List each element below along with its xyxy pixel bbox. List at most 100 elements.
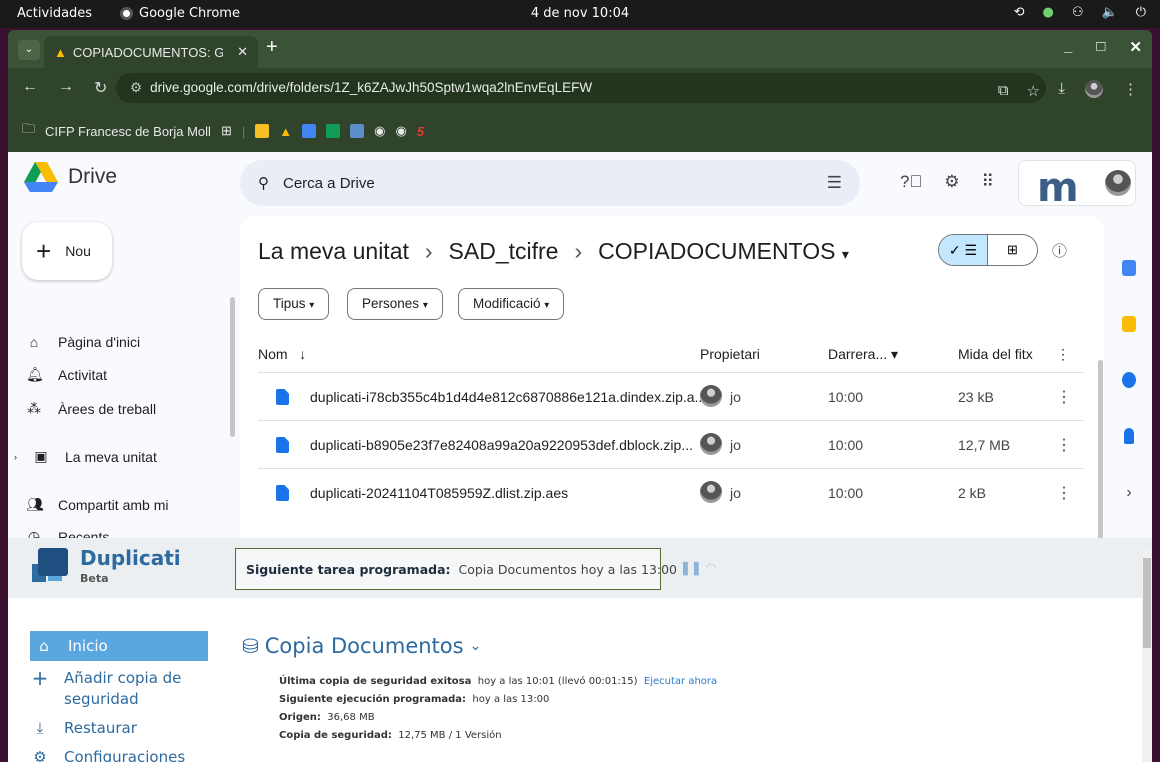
minimize-icon[interactable]: _	[1064, 38, 1072, 56]
main-scrollbar[interactable]	[1098, 360, 1103, 538]
new-tab-button[interactable]: +	[266, 36, 278, 59]
settings-gear-icon[interactable]: ⚙	[944, 172, 959, 192]
col-owner[interactable]: Propietari	[700, 346, 760, 362]
site-info-icon[interactable]: ⚙	[130, 80, 142, 95]
col-name[interactable]: Nom ↓	[258, 346, 306, 362]
info-icon[interactable]: ⓘ	[1052, 240, 1067, 261]
col-name-label: Nom	[258, 346, 288, 362]
network-icon[interactable]: ⚇	[1072, 5, 1084, 20]
nav-settings[interactable]: ⚙ Configuraciones	[30, 748, 208, 762]
col-size[interactable]: Mida del fitx	[958, 346, 1033, 362]
file-size: 23 kB	[958, 389, 994, 405]
sort-arrow-icon[interactable]: ↓	[299, 346, 306, 362]
apps-grid-icon[interactable]: ⊞	[221, 123, 232, 139]
address-bar[interactable]: ⚙ drive.google.com/drive/folders/1Z_k6ZAJ…	[116, 73, 1046, 103]
nav-home[interactable]: ⌂ Inicio	[30, 631, 208, 661]
back-icon[interactable]: ←	[22, 78, 38, 98]
menu-icon[interactable]: ⋮	[1123, 80, 1138, 98]
drive-logo[interactable]: Drive	[24, 162, 117, 192]
duplicati-title: Duplicati	[80, 546, 181, 570]
nav-add-backup[interactable]: + Añadir copia de seguridad	[30, 668, 208, 710]
contacts-icon[interactable]	[1124, 428, 1134, 444]
filter-type[interactable]: Tipus ▾	[258, 288, 330, 320]
help-icon[interactable]: ?⃝	[900, 172, 922, 192]
new-button[interactable]: + Nou	[22, 222, 112, 280]
account-avatar[interactable]	[1105, 170, 1131, 196]
keep-icon[interactable]	[1122, 316, 1136, 332]
drive-app: Drive ⚲ Cerca a Drive ☰ ?⃝ ⚙ ⠿ m + Nou ⌂ P…	[8, 152, 1152, 538]
filter-modified[interactable]: Modificació ▾	[458, 288, 565, 320]
tab-search-button[interactable]: ⌄	[18, 40, 40, 60]
bookmark-five[interactable]: 5	[417, 124, 424, 139]
sidebar-item-shared[interactable]: 👥︎ Compartit amb mi	[26, 496, 168, 513]
plus-icon: +	[36, 235, 52, 266]
github-icon[interactable]: ◉	[374, 123, 385, 139]
backup-title[interactable]: ⛁ Copia Documentos ⌄	[242, 634, 481, 658]
profile-avatar[interactable]	[1085, 80, 1103, 98]
drive-icon[interactable]: ▲	[279, 124, 292, 139]
power-icon[interactable]: ⏻	[1136, 5, 1146, 20]
info-value: hoy a las 10:01 (llevó 00:01:15)	[477, 676, 638, 687]
maximize-icon[interactable]: □	[1096, 38, 1105, 56]
sheets-icon[interactable]	[326, 124, 341, 138]
nav-restore[interactable]: ⤓ Restaurar	[30, 719, 208, 737]
docs-icon[interactable]	[302, 124, 317, 138]
more-actions-icon[interactable]: ⋮	[1056, 483, 1072, 503]
crumb-folder[interactable]: SAD_tcifre	[449, 238, 559, 265]
column-options-icon[interactable]: ⋮	[1056, 346, 1070, 363]
bookmark-star-icon[interactable]: ☆	[1027, 82, 1040, 100]
download-icon[interactable]: ⤓	[1058, 80, 1065, 98]
sidebar-item-recent[interactable]: ◷ Recents	[26, 528, 109, 538]
volume-icon[interactable]: 🔈	[1102, 5, 1118, 20]
search-options-icon[interactable]: ☰	[827, 173, 842, 193]
nav-label: Añadir copia de seguridad	[64, 668, 181, 710]
info-label: Siguiente ejecución programada:	[279, 694, 467, 705]
install-icon[interactable]: ⧉	[998, 82, 1009, 100]
search-box[interactable]: ⚲ Cerca a Drive ☰	[240, 160, 860, 206]
grid-view-button[interactable]: ⊞	[988, 235, 1037, 265]
shield-icon[interactable]: ●	[1043, 5, 1054, 20]
sidebar-item-my-drive[interactable]: › ▣ La meva unitat	[14, 448, 157, 465]
close-window-icon[interactable]: ✕	[1129, 38, 1142, 56]
pause-icon[interactable]: ❚❚ ◠	[680, 560, 717, 576]
bookmark-folder[interactable]: CIFP Francesc de Borja Moll	[45, 124, 211, 139]
col-modified[interactable]: Darrera... ▾	[828, 346, 898, 363]
activities-button[interactable]: Actividades	[17, 6, 92, 21]
github-icon[interactable]: ◉	[395, 123, 406, 139]
more-actions-icon[interactable]: ⋮	[1056, 435, 1072, 455]
more-actions-icon[interactable]: ⋮	[1056, 387, 1072, 407]
file-row[interactable]: duplicati-b8905e23f7e82408a99a20a9220953…	[258, 420, 1084, 468]
col-modified-label: Darrera...	[828, 346, 888, 362]
sidebar-item-home[interactable]: ⌂ Pàgina d'inici	[26, 334, 140, 350]
system-tray[interactable]: ⟲ ● ⚇ 🔈 ⏻	[1014, 5, 1146, 20]
expand-panel-icon[interactable]: ›	[1126, 484, 1131, 502]
file-row[interactable]: duplicati-20241104T085959Z.dlist.zip.aes…	[258, 468, 1084, 516]
file-row[interactable]: duplicati-i78cb355c4b1d4d4e812c6870886e1…	[258, 372, 1084, 420]
duplicati-scrollbar[interactable]	[1142, 548, 1152, 762]
run-now-link[interactable]: Ejecutar ahora	[644, 676, 717, 687]
account-area[interactable]: m	[1018, 160, 1136, 211]
reload-icon[interactable]: ↻	[94, 78, 107, 98]
screenshot-icon[interactable]: ⟲	[1014, 5, 1025, 20]
close-tab-icon[interactable]: ✕	[237, 44, 248, 60]
forward-icon[interactable]: →	[58, 78, 74, 98]
apps-icon[interactable]: ⠿	[981, 172, 993, 192]
crumb-current-folder[interactable]: COPIADOCUMENTOS ▾	[598, 238, 849, 265]
browser-tab[interactable]: ▲ COPIADOCUMENTOS: G ✕	[44, 36, 258, 68]
sidebar-item-activity[interactable]: 🔔︎ Activitat	[26, 366, 107, 383]
filter-people[interactable]: Persones ▾	[347, 288, 443, 320]
search-icon[interactable]: ⚲	[258, 174, 269, 192]
sidebar-item-workspaces[interactable]: ⁂ Àrees de treball	[26, 400, 156, 417]
scrollbar-thumb[interactable]	[1143, 558, 1151, 648]
list-view-button[interactable]: ✓ ☰	[939, 235, 989, 265]
calendar-icon[interactable]	[1122, 260, 1136, 276]
crumb-my-drive[interactable]: La meva unitat	[258, 238, 409, 265]
throttle-icon[interactable]: ◠	[705, 560, 716, 575]
expand-icon[interactable]: ›	[14, 452, 17, 462]
app-menu[interactable]: Google Chrome	[120, 6, 240, 21]
tasks-icon[interactable]	[1122, 372, 1136, 388]
slides-icon[interactable]	[255, 124, 270, 138]
sidebar-scrollbar[interactable]	[230, 297, 235, 437]
forms-icon[interactable]	[350, 124, 365, 138]
tab-title: COPIADOCUMENTOS: G	[72, 44, 223, 60]
